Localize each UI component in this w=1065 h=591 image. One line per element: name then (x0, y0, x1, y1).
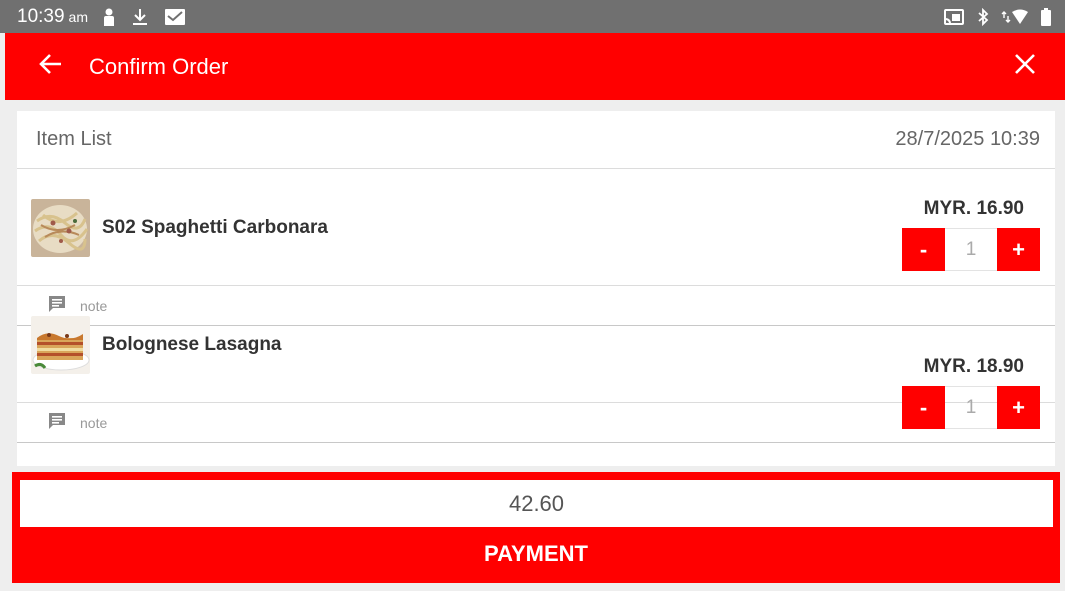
comment-icon (48, 412, 66, 433)
quantity-stepper: - 1 + (902, 386, 1040, 429)
note-placeholder: note (80, 414, 108, 431)
increase-quantity-button[interactable]: + (997, 228, 1040, 271)
wifi-icon (1001, 8, 1029, 26)
download-icon (132, 8, 148, 26)
list-item: S02 Spaghetti Carbonara note (17, 169, 1055, 326)
app-bar: Confirm Order (5, 33, 1065, 100)
list-header: Item List 28/7/2025 10:39 (17, 111, 1055, 169)
close-button[interactable] (985, 33, 1065, 100)
status-bar: 10:39 am (0, 0, 1065, 33)
total-amount: 42.60 (20, 480, 1053, 527)
bluetooth-icon (977, 7, 989, 26)
list-header-label: Item List (36, 128, 112, 150)
person-icon (102, 8, 116, 26)
page-title: Confirm Order (89, 53, 229, 79)
battery-icon (1041, 7, 1051, 26)
payment-button[interactable]: PAYMENT (12, 534, 1060, 574)
quantity-stepper: - 1 + (902, 228, 1040, 271)
item-price: MYR. 16.90 (923, 198, 1024, 219)
item-image-spaghetti (31, 199, 90, 257)
item-image-lasagna (31, 316, 90, 374)
status-time: 10:39 (17, 5, 65, 27)
item-list-card: Item List 28/7/2025 10:39 S02 Spaghetti … (17, 111, 1055, 466)
cast-icon (943, 8, 965, 26)
list-item: Bolognese Lasagna note (17, 286, 1055, 443)
decrease-quantity-button[interactable]: - (902, 386, 945, 429)
item-name: Bolognese Lasagna (102, 334, 282, 355)
quantity-input[interactable]: 1 (945, 228, 997, 271)
arrow-left-icon (39, 53, 63, 80)
payment-footer: 42.60 PAYMENT (12, 472, 1060, 583)
mail-icon (164, 8, 186, 26)
status-ampm: am (68, 8, 88, 25)
item-name: S02 Spaghetti Carbonara (102, 217, 328, 238)
item-price: MYR. 18.90 (923, 356, 1024, 377)
increase-quantity-button[interactable]: + (997, 386, 1040, 429)
note-field[interactable]: note (17, 403, 1055, 443)
order-datetime: 28/7/2025 10:39 (895, 128, 1040, 150)
decrease-quantity-button[interactable]: - (902, 228, 945, 271)
back-button[interactable] (5, 33, 63, 100)
quantity-input[interactable]: 1 (945, 386, 997, 429)
close-icon (1014, 53, 1036, 80)
